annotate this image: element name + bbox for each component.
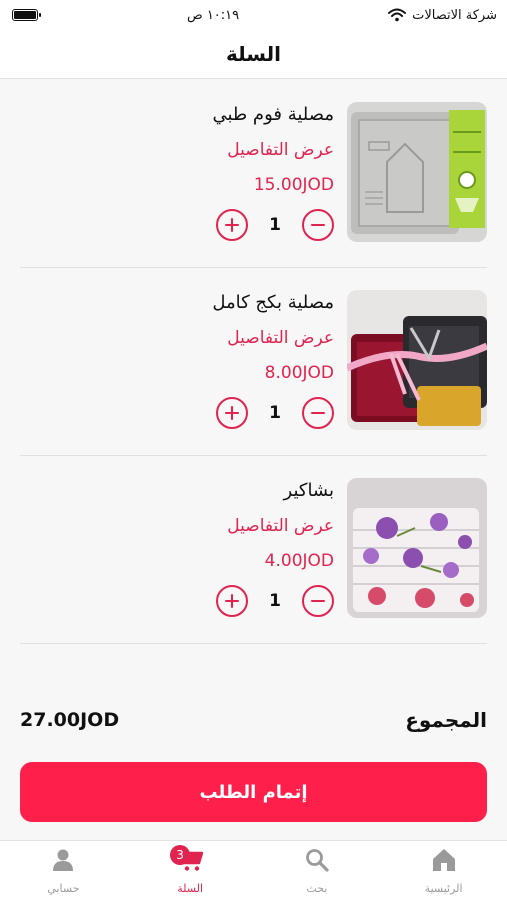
quantity-value: 1	[269, 403, 281, 423]
cart-item: مصلية بكج كامل عرض التفاصيل 8.00JOD 1	[20, 268, 487, 456]
battery-icon	[12, 9, 41, 21]
quantity-stepper: 1	[216, 584, 334, 618]
cart-item: مصلية فوم طبي عرض التفاصيل 15.00JOD 1	[20, 80, 487, 268]
product-image[interactable]	[347, 102, 487, 242]
tab-label: حسابي	[47, 882, 80, 895]
carrier-name: شركة الاتصالات	[412, 7, 497, 23]
product-image[interactable]	[347, 290, 487, 430]
product-name: مصلية فوم طبي	[212, 104, 334, 125]
product-image[interactable]	[347, 478, 487, 618]
cart-count-badge: 3	[170, 845, 191, 865]
tab-label: الرئيسية	[424, 882, 463, 895]
tab-cart[interactable]: 3 السلة	[127, 841, 254, 900]
total-label: المجموع	[405, 708, 487, 732]
minus-icon	[311, 223, 325, 227]
page-title: السلة	[225, 42, 281, 66]
tab-label: بحث	[306, 882, 328, 895]
bottom-tab-bar: حسابي 3 السلة بحث الرئيسية	[0, 840, 507, 900]
quantity-stepper: 1	[216, 208, 334, 242]
status-time: ١٠:١٩ ص	[186, 7, 240, 23]
page-header: السلة	[0, 30, 507, 79]
total-value: 27.00JOD	[20, 709, 120, 731]
increase-quantity-button[interactable]	[216, 585, 248, 617]
increase-quantity-button[interactable]	[216, 209, 248, 241]
tab-search[interactable]: بحث	[254, 841, 381, 900]
quantity-stepper: 1	[216, 396, 334, 430]
quantity-value: 1	[269, 215, 281, 235]
cart-total-row: 27.00JOD المجموع	[20, 704, 487, 736]
home-icon	[432, 849, 455, 871]
product-price: 15.00JOD	[253, 175, 334, 195]
cart-list: مصلية فوم طبي عرض التفاصيل 15.00JOD 1 مص…	[0, 80, 507, 644]
checkout-button[interactable]: إتمام الطلب	[20, 762, 487, 822]
wifi-icon	[388, 8, 407, 22]
product-price: 4.00JOD	[264, 551, 334, 571]
person-icon	[53, 849, 74, 871]
status-bar: ١٠:١٩ ص شركة الاتصالات	[0, 0, 507, 30]
decrease-quantity-button[interactable]	[302, 209, 334, 241]
quantity-value: 1	[269, 591, 281, 611]
tab-account[interactable]: حسابي	[0, 841, 127, 900]
product-name: مصلية بكج كامل	[212, 292, 334, 313]
decrease-quantity-button[interactable]	[302, 397, 334, 429]
tab-label: السلة	[177, 882, 203, 895]
minus-icon	[311, 599, 325, 603]
view-details-link[interactable]: عرض التفاصيل	[227, 328, 334, 348]
increase-quantity-button[interactable]	[216, 397, 248, 429]
product-name: بشاكير	[283, 480, 334, 501]
tab-home[interactable]: الرئيسية	[380, 841, 507, 900]
view-details-link[interactable]: عرض التفاصيل	[227, 140, 334, 160]
product-price: 8.00JOD	[264, 363, 334, 383]
status-right: شركة الاتصالات	[388, 8, 497, 23]
cart-item: بشاكير عرض التفاصيل 4.00JOD 1	[20, 456, 487, 644]
minus-icon	[311, 411, 325, 415]
view-details-link[interactable]: عرض التفاصيل	[227, 516, 334, 536]
decrease-quantity-button[interactable]	[302, 585, 334, 617]
search-icon	[305, 849, 329, 872]
